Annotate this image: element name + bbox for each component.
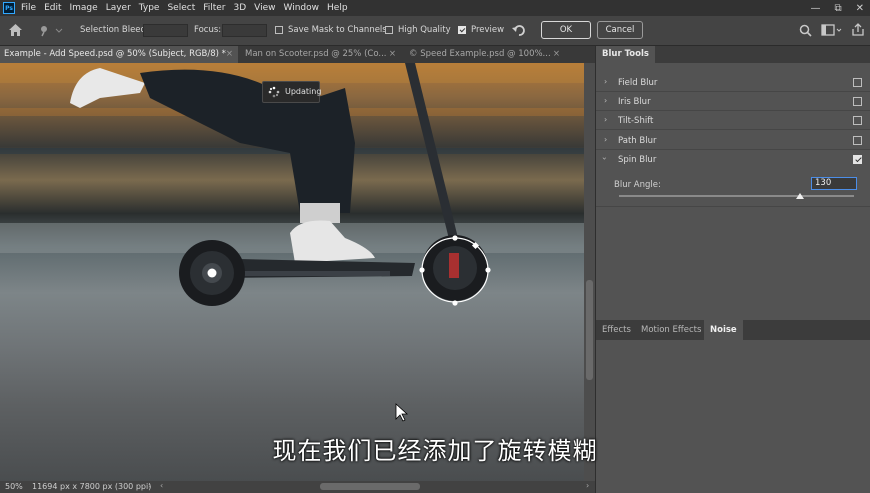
tab-effects[interactable]: Effects (596, 320, 637, 340)
video-subtitle: 现在我们已经添加了旋转模糊 (272, 437, 598, 465)
zoom-level[interactable]: 50% (5, 482, 23, 491)
scroll-left-icon[interactable]: ‹ (160, 481, 163, 490)
spin-blur-checkbox[interactable] (853, 155, 862, 164)
close-icon[interactable]: × (553, 46, 560, 63)
menu-help[interactable]: Help (327, 3, 348, 13)
vertical-scroll-thumb[interactable] (586, 280, 593, 380)
options-bar: Selection Bleed: Focus: Save Mask to Cha… (0, 16, 870, 46)
preview-label: Preview (471, 25, 505, 35)
blur-label: Spin Blur (618, 155, 657, 165)
path-blur-checkbox[interactable] (853, 136, 862, 145)
menu-window[interactable]: Window (284, 3, 320, 13)
menu-filter[interactable]: Filter (203, 3, 225, 13)
share-icon[interactable] (851, 23, 865, 37)
tab-man-on-scooter[interactable]: Man on Scooter.psd @ 25% (Co... × (241, 46, 401, 63)
focus-field[interactable] (222, 24, 267, 37)
tab-label: Example - Add Speed.psd @ 50% (Subject, … (4, 49, 226, 59)
menu-view[interactable]: View (254, 3, 275, 13)
chevron-right-icon[interactable]: › (604, 115, 607, 124)
close-icon[interactable]: ✕ (856, 3, 864, 14)
horizontal-scroll-thumb[interactable] (320, 483, 420, 490)
blur-label: Path Blur (618, 136, 657, 146)
panel-header: Blur Tools (596, 46, 870, 63)
blur-row-iris[interactable]: › Iris Blur (596, 92, 870, 111)
blur-tools-panel: Blur Tools › Field Blur › Iris Blur › Ti… (595, 46, 870, 493)
photoshop-logo: Ps (3, 2, 15, 14)
status-bar: 50% 11694 px x 7800 px (300 ppi) › ‹ › (0, 481, 595, 493)
tab-label: Man on Scooter.psd @ 25% (Co... (245, 49, 387, 59)
menu-type[interactable]: Type (139, 3, 160, 13)
menu-edit[interactable]: Edit (44, 3, 61, 13)
selection-bleed-label: Selection Bleed: (80, 25, 149, 35)
high-quality-label: High Quality (398, 25, 451, 35)
workspace-icon[interactable] (821, 24, 843, 37)
selection-bleed-field[interactable] (143, 24, 188, 37)
minimize-icon[interactable]: — (810, 3, 820, 14)
save-mask-checkbox[interactable] (275, 26, 283, 34)
high-quality-checkbox[interactable] (385, 26, 393, 34)
tooltip-text: Updating (285, 87, 322, 96)
close-icon[interactable]: × (389, 46, 396, 63)
document-info: 11694 px x 7800 px (300 ppi) (32, 482, 152, 491)
blur-angle-slider[interactable] (619, 195, 854, 197)
menu-image[interactable]: Image (70, 3, 98, 13)
menu-3d[interactable]: 3D (234, 3, 247, 13)
search-icon[interactable] (799, 24, 812, 37)
vertical-scrollbar[interactable] (584, 63, 595, 481)
effects-tabs: Effects Motion Effects Noise (596, 320, 870, 340)
save-mask-label: Save Mask to Channels (288, 25, 387, 35)
chevron-right-icon[interactable]: › (604, 96, 607, 105)
preview-checkbox[interactable] (458, 26, 466, 34)
focus-label: Focus: (194, 25, 222, 35)
pin-tool-icon[interactable] (38, 24, 64, 37)
home-icon[interactable] (8, 23, 23, 37)
tab-add-speed[interactable]: Example - Add Speed.psd @ 50% (Subject, … (0, 46, 238, 63)
field-blur-checkbox[interactable] (853, 78, 862, 87)
tab-speed-example[interactable]: © Speed Example.psd @ 100%... × (405, 46, 565, 63)
menu-select[interactable]: Select (167, 3, 195, 13)
blur-label: Field Blur (618, 78, 658, 88)
blur-row-field[interactable]: › Field Blur (596, 73, 870, 92)
tab-label: © Speed Example.psd @ 100%... (409, 49, 551, 59)
blur-row-tilt-shift[interactable]: › Tilt-Shift (596, 111, 870, 130)
document-tabs: Example - Add Speed.psd @ 50% (Subject, … (0, 46, 595, 63)
blur-angle-label: Blur Angle: (614, 180, 661, 190)
scooter-photo (0, 63, 584, 306)
menu-layer[interactable]: Layer (106, 3, 131, 13)
undo-icon[interactable] (511, 23, 527, 38)
mouse-cursor-icon (395, 403, 409, 422)
blur-label: Iris Blur (618, 97, 651, 107)
restore-icon[interactable]: ⧉ (834, 3, 841, 14)
tilt-shift-checkbox[interactable] (853, 116, 862, 125)
status-arrow-icon[interactable]: › (148, 481, 151, 490)
spinner-icon (268, 86, 280, 98)
blur-angle-input[interactable]: 130 (811, 177, 857, 190)
blur-label: Tilt-Shift (618, 116, 654, 126)
ok-button[interactable]: OK (541, 21, 591, 39)
close-icon[interactable]: × (226, 46, 233, 63)
blur-row-spin[interactable]: › Spin Blur (596, 150, 870, 169)
scroll-right-icon[interactable]: › (586, 481, 589, 490)
tab-motion-effects[interactable]: Motion Effects (635, 320, 707, 340)
menu-bar: Ps File Edit Image Layer Type Select Fil… (0, 0, 870, 16)
blur-row-path[interactable]: › Path Blur (596, 131, 870, 150)
document-canvas[interactable] (0, 63, 584, 481)
cancel-button[interactable]: Cancel (597, 21, 643, 39)
iris-blur-checkbox[interactable] (853, 97, 862, 106)
tab-noise[interactable]: Noise (704, 320, 743, 340)
divider (596, 206, 870, 207)
chevron-right-icon[interactable]: › (604, 135, 607, 144)
panel-title[interactable]: Blur Tools (596, 46, 655, 63)
chevron-right-icon[interactable]: › (604, 77, 607, 86)
updating-tooltip: Updating (262, 81, 322, 103)
blur-angle-slider-handle[interactable] (796, 193, 804, 199)
menu-file[interactable]: File (21, 3, 36, 13)
chevron-down-icon[interactable]: › (600, 157, 609, 160)
